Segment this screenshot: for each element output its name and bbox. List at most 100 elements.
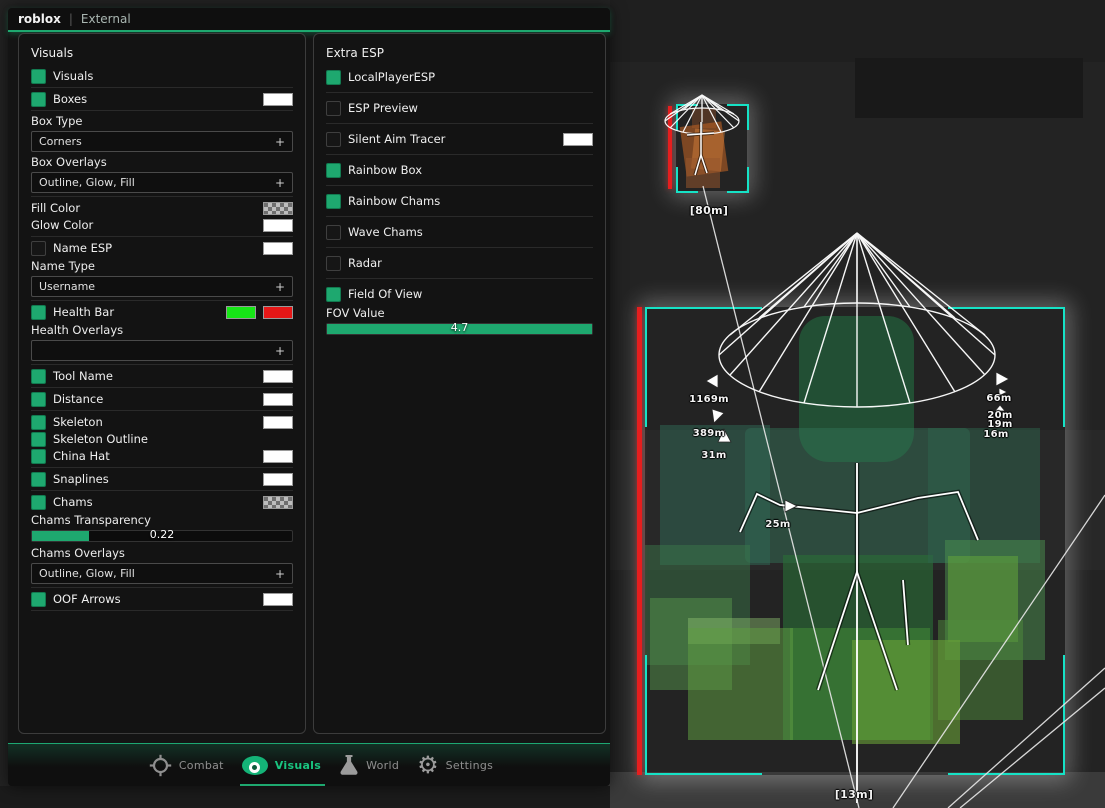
color-swatch[interactable] [263, 202, 293, 215]
color-swatch[interactable] [563, 133, 593, 146]
tab-world[interactable]: World [339, 754, 399, 776]
setting-row-fill-color[interactable]: Fill Color [31, 200, 293, 216]
setting-row-chams[interactable]: Chams [31, 494, 293, 510]
slider-fov-value[interactable]: 4.7 [326, 323, 593, 335]
checkbox-health-bar[interactable] [31, 305, 46, 320]
app-title: roblox [18, 12, 61, 26]
color-swatch[interactable] [263, 473, 293, 486]
setting-row-name-esp[interactable]: Name ESP [31, 240, 293, 256]
checkbox-boxes[interactable] [31, 92, 46, 107]
setting-label: Skeleton [53, 415, 103, 429]
tab-combat[interactable]: Combat [149, 754, 224, 777]
checkbox-rainbow-box[interactable] [326, 163, 341, 178]
expand-icon[interactable]: + [275, 135, 285, 149]
separator [31, 467, 293, 468]
setting-label: Snaplines [53, 472, 109, 486]
cheat-menu-window: roblox | External Visuals Visuals Boxes … [8, 8, 610, 786]
checkbox-skeleton[interactable] [31, 415, 46, 430]
tab-settings[interactable]: ⚙ Settings [417, 754, 493, 776]
color-swatch[interactable] [263, 450, 293, 463]
color-swatch[interactable] [263, 496, 293, 509]
setting-label: Fill Color [31, 201, 80, 215]
distance-label-near: [13m] [824, 788, 884, 801]
setting-label: Tool Name [53, 369, 113, 383]
setting-row-rainbow-box[interactable]: Rainbow Box [326, 161, 593, 179]
checkbox-snaplines[interactable] [31, 472, 46, 487]
setting-row-skeleton[interactable]: Skeleton [31, 414, 293, 430]
expand-icon[interactable]: + [275, 344, 285, 358]
expand-icon[interactable]: + [275, 280, 285, 294]
expand-icon[interactable]: + [275, 567, 285, 581]
color-swatch[interactable] [263, 242, 293, 255]
field-label-chams-overlays: Chams Overlays [31, 546, 293, 560]
checkbox-skeleton-outline[interactable] [31, 432, 46, 447]
health-green-swatch[interactable] [226, 306, 256, 319]
distance-label-far: [80m] [683, 204, 735, 217]
checkbox-wave-chams[interactable] [326, 225, 341, 240]
field-label-chams-transparency: Chams Transparency [31, 513, 293, 527]
slider-chams-transparency[interactable]: 0.22 [31, 530, 293, 542]
setting-row-health-bar[interactable]: Health Bar [31, 304, 293, 320]
separator [31, 610, 293, 611]
setting-label: Wave Chams [348, 225, 423, 239]
checkbox-visuals[interactable] [31, 69, 46, 84]
setting-row-localplayeresp[interactable]: LocalPlayerESP [326, 68, 593, 86]
color-swatch[interactable] [263, 416, 293, 429]
tab-bar: Combat Visuals World ⚙ Settings [8, 743, 610, 786]
setting-row-oof-arrows[interactable]: OOF Arrows [31, 591, 293, 607]
setting-row-visuals[interactable]: Visuals [31, 68, 293, 84]
expand-icon[interactable]: + [275, 176, 285, 190]
checkbox-name-esp[interactable] [31, 241, 46, 256]
color-swatch[interactable] [263, 219, 293, 232]
checkbox-chams[interactable] [31, 495, 46, 510]
checkbox-radar[interactable] [326, 256, 341, 271]
checkbox-rainbow-chams[interactable] [326, 194, 341, 209]
checkbox-oof-arrows[interactable] [31, 592, 46, 607]
color-swatch[interactable] [263, 370, 293, 383]
setting-row-distance[interactable]: Distance [31, 391, 293, 407]
field-label-health-overlays: Health Overlays [31, 323, 293, 337]
checkbox-localplayeresp[interactable] [326, 70, 341, 85]
setting-row-wave-chams[interactable]: Wave Chams [326, 223, 593, 241]
setting-row-tool-name[interactable]: Tool Name [31, 368, 293, 384]
checkbox-silent-aim-tracer[interactable] [326, 132, 341, 147]
checkbox-field-of-view[interactable] [326, 287, 341, 302]
setting-label: Glow Color [31, 218, 93, 232]
setting-label: Chams [53, 495, 93, 509]
setting-label: LocalPlayerESP [348, 70, 435, 84]
color-swatch[interactable] [263, 93, 293, 106]
checkbox-tool-name[interactable] [31, 369, 46, 384]
dropdown-box-type[interactable]: Corners+ [31, 131, 293, 152]
dropdown-health-overlays[interactable]: + [31, 340, 293, 361]
setting-row-glow-color[interactable]: Glow Color [31, 217, 293, 233]
setting-row-silent-aim-tracer[interactable]: Silent Aim Tracer [326, 130, 593, 148]
dropdown-chams-overlays[interactable]: Outline, Glow, Fill+ [31, 563, 293, 584]
setting-row-rainbow-chams[interactable]: Rainbow Chams [326, 192, 593, 210]
setting-row-snaplines[interactable]: Snaplines [31, 471, 293, 487]
setting-row-skeleton-outline[interactable]: Skeleton Outline [31, 431, 293, 447]
setting-row-boxes[interactable]: Boxes [31, 91, 293, 107]
setting-row-esp-preview[interactable]: ESP Preview [326, 99, 593, 117]
color-swatch[interactable] [263, 593, 293, 606]
setting-row-field-of-view[interactable]: Field Of View [326, 285, 593, 303]
checkbox-distance[interactable] [31, 392, 46, 407]
dropdown-box-overlays[interactable]: Outline, Glow, Fill+ [31, 172, 293, 193]
separator [31, 196, 293, 197]
checkbox-china-hat[interactable] [31, 449, 46, 464]
setting-row-radar[interactable]: Radar [326, 254, 593, 272]
separator [326, 247, 593, 248]
field-label-name-type: Name Type [31, 259, 293, 273]
dropdown-name-type[interactable]: Username+ [31, 276, 293, 297]
panel-title: Visuals [31, 46, 293, 60]
separator [31, 300, 293, 301]
separator [326, 216, 593, 217]
tab-visuals[interactable]: Visuals [242, 756, 321, 775]
panel-visuals: Visuals Visuals Boxes Box Type Corners+ … [18, 33, 306, 734]
separator [326, 123, 593, 124]
health-red-swatch[interactable] [263, 306, 293, 319]
color-swatch[interactable] [263, 393, 293, 406]
oof-label-left-1: 389m [690, 428, 728, 439]
titlebar[interactable]: roblox | External [8, 8, 610, 32]
checkbox-esp-preview[interactable] [326, 101, 341, 116]
setting-row-china-hat[interactable]: China Hat [31, 448, 293, 464]
